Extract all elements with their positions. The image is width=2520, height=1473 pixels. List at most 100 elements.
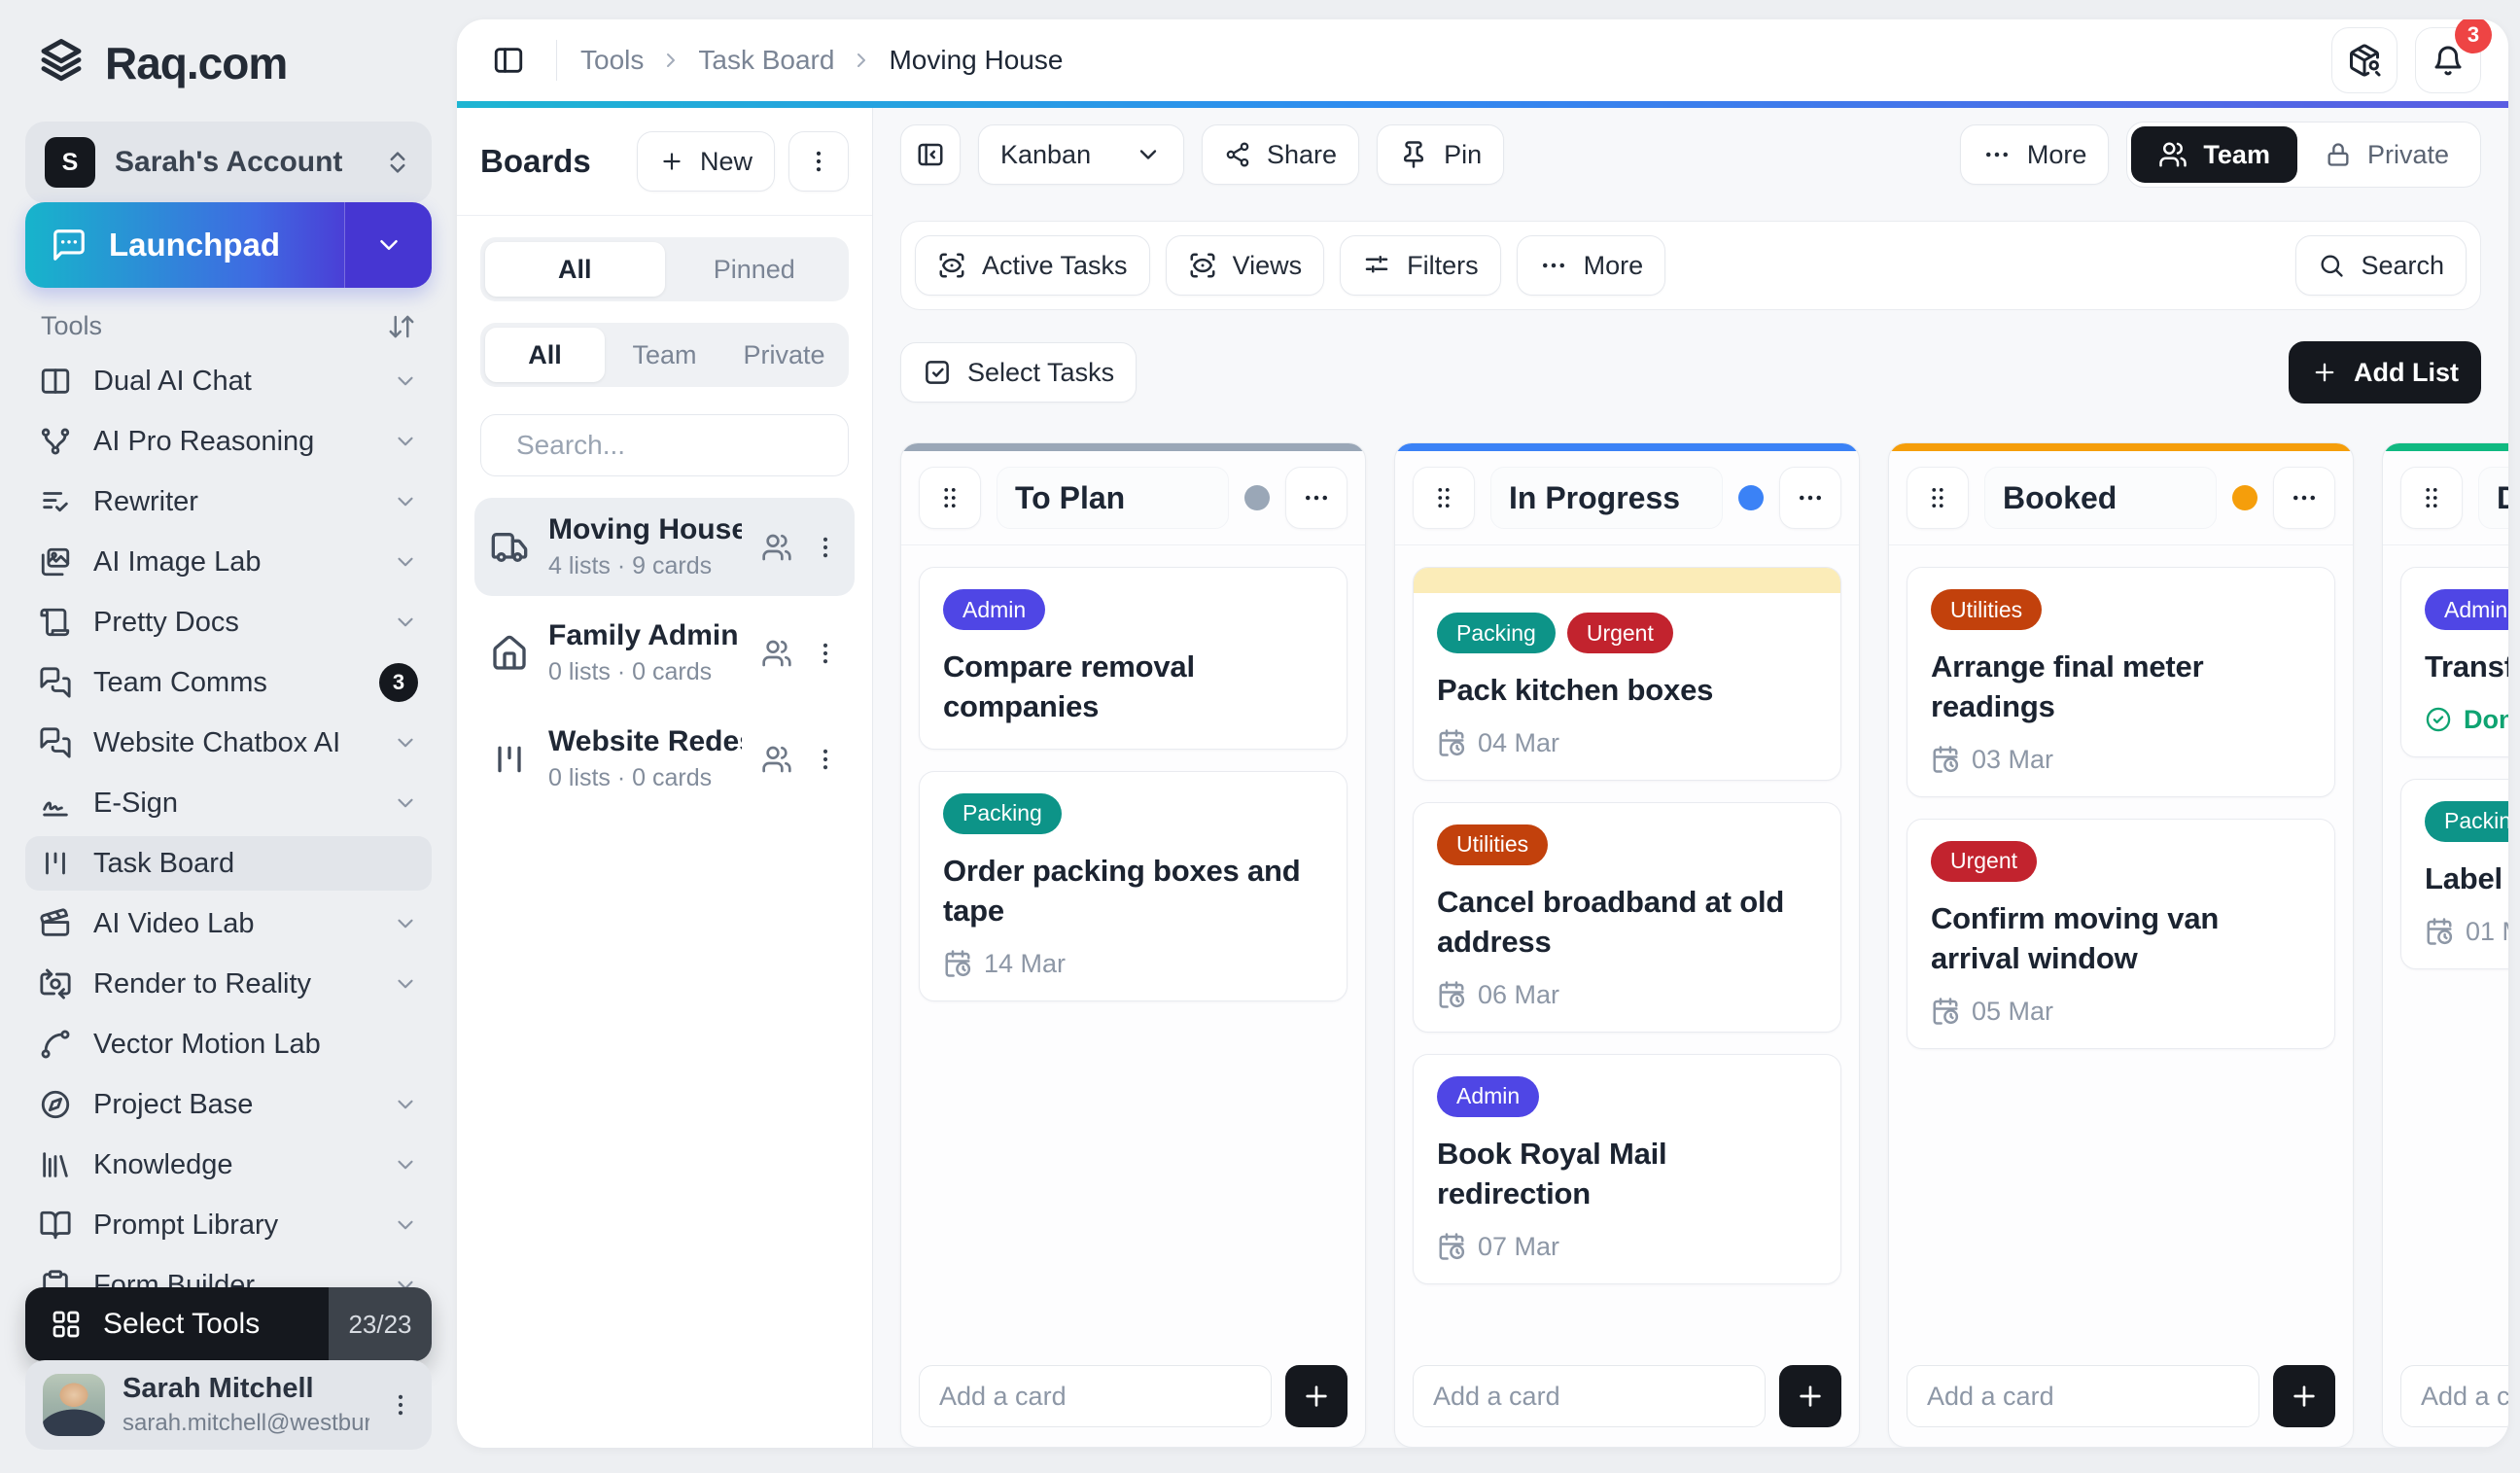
column-menu-button[interactable] bbox=[1779, 467, 1841, 529]
sidebar-item-rewriter[interactable]: Rewriter bbox=[25, 474, 432, 529]
add-card-input[interactable] bbox=[2400, 1365, 2508, 1427]
task-card[interactable]: Packing Label stor 01 Mar bbox=[2400, 778, 2508, 969]
board-item-moving-house[interactable]: Moving House 4 lists · 9 cards bbox=[474, 498, 855, 596]
column-menu-button[interactable] bbox=[2273, 467, 2335, 529]
views-button[interactable]: Views bbox=[1165, 235, 1325, 296]
select-tasks-button[interactable]: Select Tasks bbox=[900, 342, 1138, 403]
tab-private[interactable]: Private bbox=[724, 328, 844, 382]
lock-icon bbox=[2325, 141, 2352, 168]
view-select[interactable]: Kanban bbox=[978, 124, 1184, 185]
task-card[interactable]: Utilities Arrange final meter readings 0… bbox=[1907, 567, 2335, 797]
brand-name: Raq.com bbox=[105, 38, 288, 88]
notifications-button[interactable]: 3 bbox=[2415, 19, 2492, 93]
account-switcher[interactable]: S Sarah's Account bbox=[25, 122, 432, 203]
board-item-website-redesign[interactable]: Website Redesign Ta... 0 lists · 0 cards bbox=[474, 710, 855, 808]
share-button[interactable]: Share bbox=[1202, 124, 1360, 185]
launchpad-expand-button[interactable] bbox=[344, 202, 432, 288]
sidebar-item-website-chatbox-ai[interactable]: Website Chatbox AI bbox=[25, 716, 432, 770]
sidebar-item-team-comms[interactable]: Team Comms 3 bbox=[25, 655, 432, 710]
column-drag-handle[interactable] bbox=[1413, 467, 1475, 529]
visibility-team[interactable]: Team bbox=[2131, 126, 2297, 183]
column-title-field[interactable]: Booked bbox=[1984, 467, 2217, 529]
sidebar-item-project-base[interactable]: Project Base bbox=[25, 1077, 432, 1132]
plus-icon bbox=[1301, 1381, 1332, 1412]
sidebar-item-ai-image-lab[interactable]: AI Image Lab bbox=[25, 535, 432, 589]
tag-packing: Packing bbox=[2425, 800, 2508, 842]
sidebar-item-e-sign[interactable]: E-Sign bbox=[25, 776, 432, 830]
add-card-button[interactable] bbox=[1779, 1365, 1841, 1427]
column-drag-handle[interactable] bbox=[1907, 467, 1969, 529]
sidebar-item-ai-video-lab[interactable]: AI Video Lab bbox=[25, 896, 432, 951]
kebab-menu-icon[interactable] bbox=[812, 534, 839, 561]
user-card[interactable]: Sarah Mitchell sarah.mitchell@westbur... bbox=[25, 1360, 432, 1450]
task-card[interactable]: Packing Urgent Pack kitchen boxes 04 Mar bbox=[1413, 567, 1841, 781]
column-title-field[interactable]: In Progress bbox=[1490, 467, 1723, 529]
more-filters-button[interactable]: More bbox=[1516, 235, 1666, 296]
tag-packing: Packing bbox=[943, 792, 1062, 834]
users-icon[interactable] bbox=[761, 744, 792, 775]
filters-button[interactable]: Filters bbox=[1340, 235, 1501, 296]
column-drag-handle[interactable] bbox=[919, 467, 981, 529]
kebab-menu-icon[interactable] bbox=[812, 746, 839, 773]
chevron-down-icon bbox=[393, 790, 418, 816]
tag-packing: Packing bbox=[1437, 613, 1556, 653]
new-board-button[interactable]: New bbox=[636, 131, 775, 192]
sidebar-item-render-to-reality[interactable]: Render to Reality bbox=[25, 957, 432, 1011]
kebab-menu-icon[interactable] bbox=[812, 640, 839, 667]
sidebar-item-prompt-library[interactable]: Prompt Library bbox=[25, 1198, 432, 1252]
breadcrumb-task-board[interactable]: Task Board bbox=[698, 45, 834, 76]
add-card-input[interactable] bbox=[1907, 1365, 2259, 1427]
pin-button[interactable]: Pin bbox=[1377, 124, 1505, 185]
task-card[interactable]: Urgent Confirm moving van arrival window… bbox=[1907, 818, 2335, 1049]
add-card-button[interactable] bbox=[1285, 1365, 1348, 1427]
sidebar-item-dual-ai-chat[interactable]: Dual AI Chat bbox=[25, 354, 432, 408]
tab-all-scope[interactable]: All bbox=[485, 328, 605, 382]
add-card-input[interactable] bbox=[919, 1365, 1272, 1427]
breadcrumb-tools[interactable]: Tools bbox=[580, 45, 644, 76]
chevrons-up-down-icon bbox=[383, 148, 412, 177]
sort-icon[interactable] bbox=[387, 312, 416, 341]
sidebar-item-vector-motion-lab[interactable]: Vector Motion Lab bbox=[25, 1017, 432, 1071]
card-title: Pack kitchen boxes bbox=[1437, 673, 1714, 707]
sidebar-item-label: Prompt Library bbox=[93, 1209, 279, 1241]
launchpad-button[interactable]: Launchpad bbox=[25, 202, 432, 288]
tab-team[interactable]: Team bbox=[605, 328, 724, 382]
sidebar-item-pretty-docs[interactable]: Pretty Docs bbox=[25, 595, 432, 649]
sidebar-item-task-board[interactable]: Task Board bbox=[25, 836, 432, 891]
board-item-family-admin[interactable]: Family Admin 0 lists · 0 cards bbox=[474, 604, 855, 702]
active-tasks-button[interactable]: Active Tasks bbox=[915, 235, 1150, 296]
task-card[interactable]: Admin Book Royal Mail redirection 07 Mar bbox=[1413, 1053, 1841, 1284]
task-card[interactable]: Admin Transfer c Done bbox=[2400, 567, 2508, 757]
sidebar: Raq.com S Sarah's Account Launchpad Tool… bbox=[0, 0, 457, 1473]
package-search-button[interactable] bbox=[2331, 27, 2398, 93]
sidebar-item-knowledge[interactable]: Knowledge bbox=[25, 1138, 432, 1192]
sidebar-item-ai-pro-reasoning[interactable]: AI Pro Reasoning bbox=[25, 414, 432, 469]
tab-all[interactable]: All bbox=[485, 242, 665, 297]
boards-list: Moving House 4 lists · 9 cards Family Ad… bbox=[471, 498, 858, 808]
camera-rotate-icon bbox=[39, 967, 72, 1000]
task-card[interactable]: Admin Compare removal companies bbox=[919, 567, 1348, 750]
add-card-input[interactable] bbox=[1413, 1365, 1766, 1427]
kanban-icon bbox=[39, 847, 72, 880]
search-button[interactable]: Search bbox=[2295, 235, 2467, 296]
more-button[interactable]: More bbox=[1959, 124, 2110, 185]
boards-search-input[interactable] bbox=[516, 430, 867, 461]
collapse-panel-button[interactable] bbox=[900, 124, 961, 185]
column-title-field[interactable]: To Plan bbox=[997, 467, 1229, 529]
boards-menu-button[interactable] bbox=[788, 131, 849, 192]
users-icon[interactable] bbox=[761, 532, 792, 563]
column-menu-button[interactable] bbox=[1285, 467, 1348, 529]
column-title-field[interactable]: Done bbox=[2478, 467, 2508, 529]
task-card[interactable]: Utilities Cancel broadband at old addres… bbox=[1413, 801, 1841, 1033]
users-icon[interactable] bbox=[761, 638, 792, 669]
column-drag-handle[interactable] bbox=[2400, 467, 2463, 529]
select-tools-button[interactable]: Select Tools 23/23 bbox=[25, 1287, 432, 1361]
add-list-button[interactable]: Add List bbox=[2289, 341, 2481, 403]
visibility-private[interactable]: Private bbox=[2297, 126, 2476, 183]
kebab-menu-icon[interactable] bbox=[387, 1391, 414, 1419]
tab-pinned[interactable]: Pinned bbox=[665, 242, 845, 297]
add-card-button[interactable] bbox=[2273, 1365, 2335, 1427]
sidebar-item-label: Task Board bbox=[93, 847, 235, 879]
sidebar-toggle-button[interactable] bbox=[484, 36, 533, 85]
task-card[interactable]: Packing Order packing boxes and tape 14 … bbox=[919, 770, 1348, 1001]
